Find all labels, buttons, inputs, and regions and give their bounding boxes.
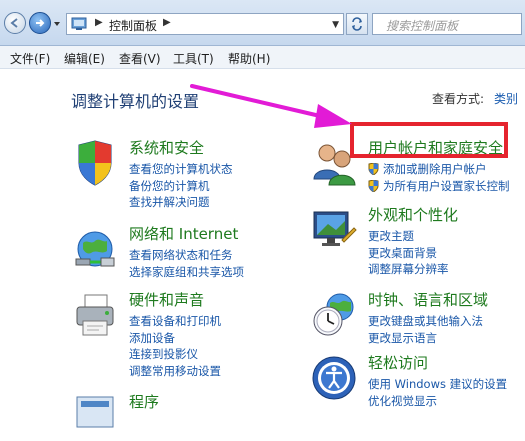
link-change-theme[interactable]: 更改主题 [368, 228, 449, 245]
category-title-clock-language-region[interactable]: 时钟、语言和区域 [368, 289, 488, 310]
link-label[interactable]: 为所有用户设置家长控制 [383, 179, 510, 193]
uac-shield-icon [368, 163, 379, 175]
refresh-icon [352, 17, 362, 31]
breadcrumb-separator-icon: ▶ [95, 17, 103, 28]
control-panel-icon [71, 17, 87, 30]
search-placeholder: 搜索控制面板 [386, 19, 459, 33]
category-title-appearance[interactable]: 外观和个性化 [368, 204, 458, 225]
network-globe-icon [75, 231, 115, 267]
page-title: 调整计算机的设置 [71, 92, 200, 111]
view-by-dropdown[interactable]: 类别 [494, 90, 518, 107]
link-change-input-method[interactable]: 更改键盘或其他输入法 [368, 313, 483, 330]
link-homegroup-sharing[interactable]: 选择家庭组和共享选项 [129, 264, 244, 281]
category-title-system-security[interactable]: 系统和安全 [129, 137, 204, 158]
clock-globe-icon [313, 293, 354, 336]
link-view-network-status[interactable]: 查看网络状态和任务 [129, 247, 244, 264]
back-button[interactable] [4, 12, 26, 34]
programs-icon [76, 396, 114, 428]
recent-pages-dropdown-icon[interactable] [53, 20, 61, 28]
address-dropdown-icon[interactable]: ▼ [332, 20, 339, 30]
link-backup-computer[interactable]: 备份您的计算机 [129, 178, 233, 195]
menu-tools[interactable]: 工具(T) [173, 50, 214, 67]
category-title-programs[interactable]: 程序 [129, 391, 159, 412]
link-change-display-language[interactable]: 更改显示语言 [368, 330, 483, 347]
link-change-desktop-background[interactable]: 更改桌面背景 [368, 245, 449, 262]
shield-flag-icon [78, 140, 112, 186]
breadcrumb-separator-icon[interactable]: ▶ [163, 17, 171, 28]
forward-button[interactable] [29, 12, 51, 34]
menu-help[interactable]: 帮助(H) [228, 50, 270, 67]
annotation-highlight-box [350, 122, 508, 158]
breadcrumb-control-panel[interactable]: 控制面板 [109, 17, 157, 34]
link-parental-controls[interactable]: 为所有用户设置家长控制 [368, 178, 510, 195]
link-add-remove-accounts[interactable]: 添加或删除用户帐户 [368, 161, 510, 178]
refresh-button[interactable] [346, 13, 368, 35]
search-box[interactable]: 搜索控制面板 [372, 13, 522, 35]
link-connect-projector[interactable]: 连接到投影仪 [129, 346, 221, 363]
link-add-device[interactable]: 添加设备 [129, 330, 221, 347]
back-arrow-icon [10, 18, 18, 28]
category-title-hardware-sound[interactable]: 硬件和声音 [129, 289, 204, 310]
link-label[interactable]: 添加或删除用户帐户 [383, 162, 487, 176]
menu-file[interactable]: 文件(F) [10, 50, 50, 67]
uac-shield-icon [368, 179, 379, 192]
ease-of-access-icon [312, 356, 356, 400]
title-bar: ▶ 控制面板 ▶ ▼ 搜索控制面板 [0, 0, 525, 46]
link-troubleshoot[interactable]: 查找并解决问题 [129, 194, 233, 211]
forward-arrow-icon [36, 19, 45, 27]
printer-icon [76, 294, 114, 336]
display-icon [313, 211, 357, 246]
link-screen-resolution[interactable]: 调整屏幕分辨率 [368, 261, 449, 278]
link-view-computer-status[interactable]: 查看您的计算机状态 [129, 161, 233, 178]
view-by-label: 查看方式: [432, 92, 485, 106]
menu-view[interactable]: 查看(V) [119, 50, 161, 67]
menu-bar: 文件(F) 编辑(E) 查看(V) 工具(T) 帮助(H) [0, 46, 525, 69]
category-title-network-internet[interactable]: 网络和 Internet [129, 223, 238, 244]
address-bar[interactable]: ▶ 控制面板 ▶ ▼ [66, 13, 344, 35]
link-devices-printers[interactable]: 查看设备和打印机 [129, 313, 221, 330]
content-area: 调整计算机的设置 查看方式: 类别 系统和安全 查看您的计算机状态 备份您的计算… [0, 69, 525, 428]
link-mobility-settings[interactable]: 调整常用移动设置 [129, 363, 221, 380]
menu-edit[interactable]: 编辑(E) [64, 50, 105, 67]
link-windows-suggested-settings[interactable]: 使用 Windows 建议的设置 [368, 376, 507, 393]
category-title-ease-of-access[interactable]: 轻松访问 [368, 352, 428, 373]
